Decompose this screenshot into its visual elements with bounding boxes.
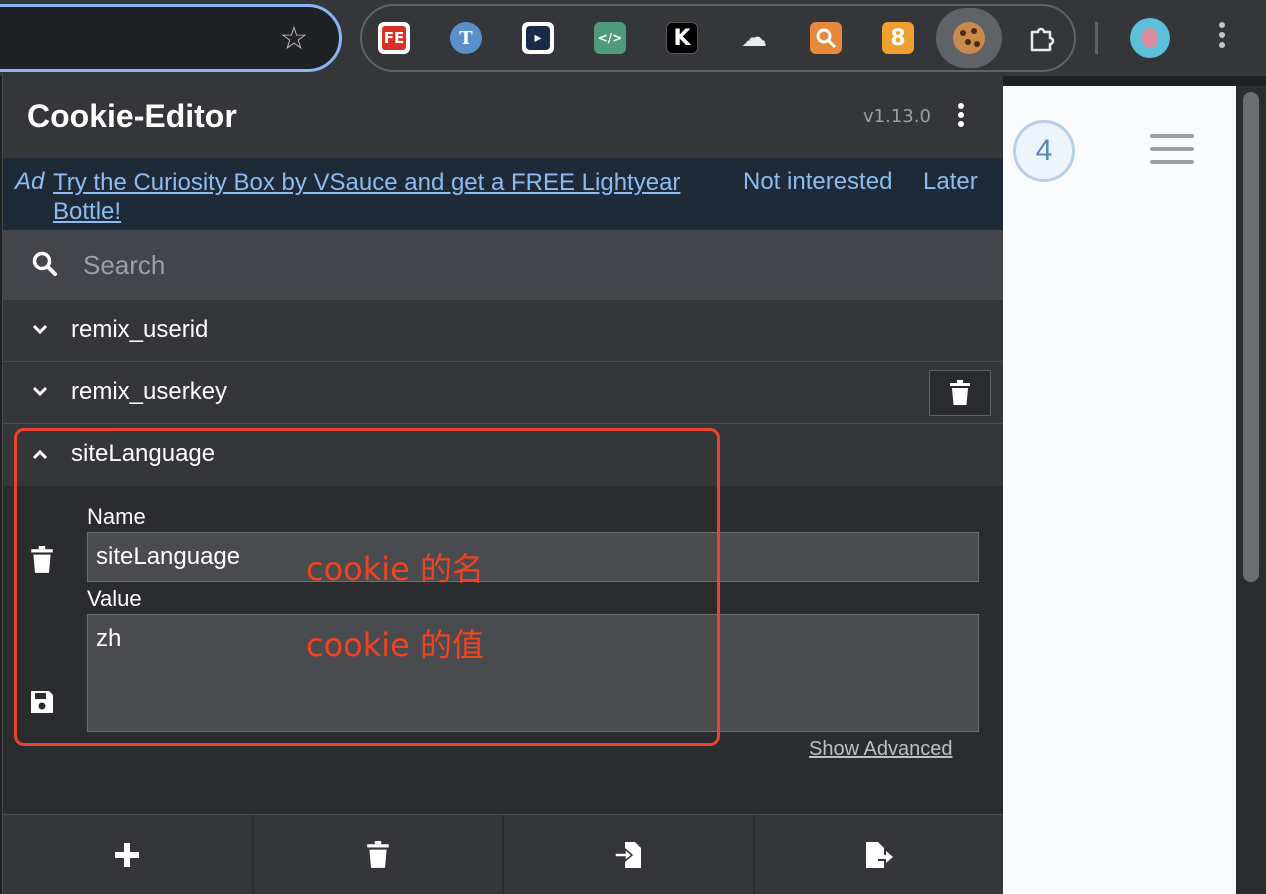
import-button[interactable]: [504, 815, 755, 894]
export-icon: [865, 841, 893, 868]
puzzle-extensions-icon[interactable]: [1026, 22, 1058, 54]
trash-icon: [950, 380, 970, 405]
trash-icon: [366, 840, 389, 868]
browser-toolbar: ☆ FE T ▸ </> K ☁ 8: [0, 0, 1266, 76]
delete-all-button[interactable]: [254, 815, 504, 894]
profile-avatar[interactable]: [1130, 18, 1170, 58]
action-bar: [3, 814, 1003, 894]
magnifier-ext-icon[interactable]: [810, 22, 842, 54]
cookie-name-label: remix_userid: [71, 316, 209, 343]
browser-menu-icon[interactable]: [1206, 18, 1238, 58]
bookmark-star-icon[interactable]: ☆: [274, 18, 314, 58]
eight-ext-icon[interactable]: 8: [882, 22, 914, 54]
value-annotation: cookie 的值: [306, 626, 485, 664]
cookie-row[interactable]: remix_userkey: [3, 362, 1003, 424]
show-advanced-link[interactable]: Show Advanced: [809, 738, 952, 761]
hamburger-menu-icon[interactable]: [1150, 134, 1194, 173]
k-ext-icon[interactable]: K: [666, 22, 698, 54]
cookie-row[interactable]: remix_userid: [3, 300, 1003, 362]
name-annotation: cookie 的名: [306, 550, 485, 588]
import-icon: [614, 841, 642, 868]
web-page-background: [1002, 86, 1236, 894]
ad-label: Ad: [15, 168, 45, 195]
version-label: v1.13.0: [863, 106, 931, 127]
add-cookie-button[interactable]: [3, 815, 254, 894]
cookie-editor-extension-icon[interactable]: [936, 8, 1002, 68]
delete-cookie-button[interactable]: [929, 370, 991, 416]
plus-icon: [115, 842, 140, 867]
popup-menu-icon[interactable]: [951, 100, 971, 134]
popup-header: Cookie-Editor v1.13.0: [3, 74, 1003, 158]
fe-helper-icon[interactable]: FE: [378, 22, 410, 54]
popup-title: Cookie-Editor: [27, 98, 237, 134]
ad-not-interested-button[interactable]: Not interested: [743, 168, 892, 196]
chevron-down-icon: [32, 386, 48, 397]
page-count-badge[interactable]: 4: [1013, 120, 1075, 182]
ad-later-button[interactable]: Later: [923, 168, 978, 196]
page-scrollbar-thumb[interactable]: [1243, 92, 1259, 582]
toolbar-separator: [1095, 22, 1098, 54]
cookie-icon: [953, 22, 985, 54]
search-icon: [32, 251, 57, 276]
ad-banner: Ad Try the Curiosity Box by VSauce and g…: [3, 158, 1003, 230]
export-button[interactable]: [755, 815, 1004, 894]
search-bar: [3, 230, 1003, 300]
cloud-ext-icon[interactable]: ☁: [738, 22, 770, 54]
ad-link[interactable]: Try the Curiosity Box by VSauce and get …: [53, 168, 693, 226]
code-ext-icon[interactable]: </>: [594, 22, 626, 54]
chevron-down-icon: [32, 324, 48, 335]
cookie-name-label: remix_userkey: [71, 378, 228, 405]
t-icon[interactable]: T: [450, 22, 482, 54]
arrow-ext-icon[interactable]: ▸: [522, 22, 554, 54]
search-input[interactable]: [83, 244, 963, 286]
